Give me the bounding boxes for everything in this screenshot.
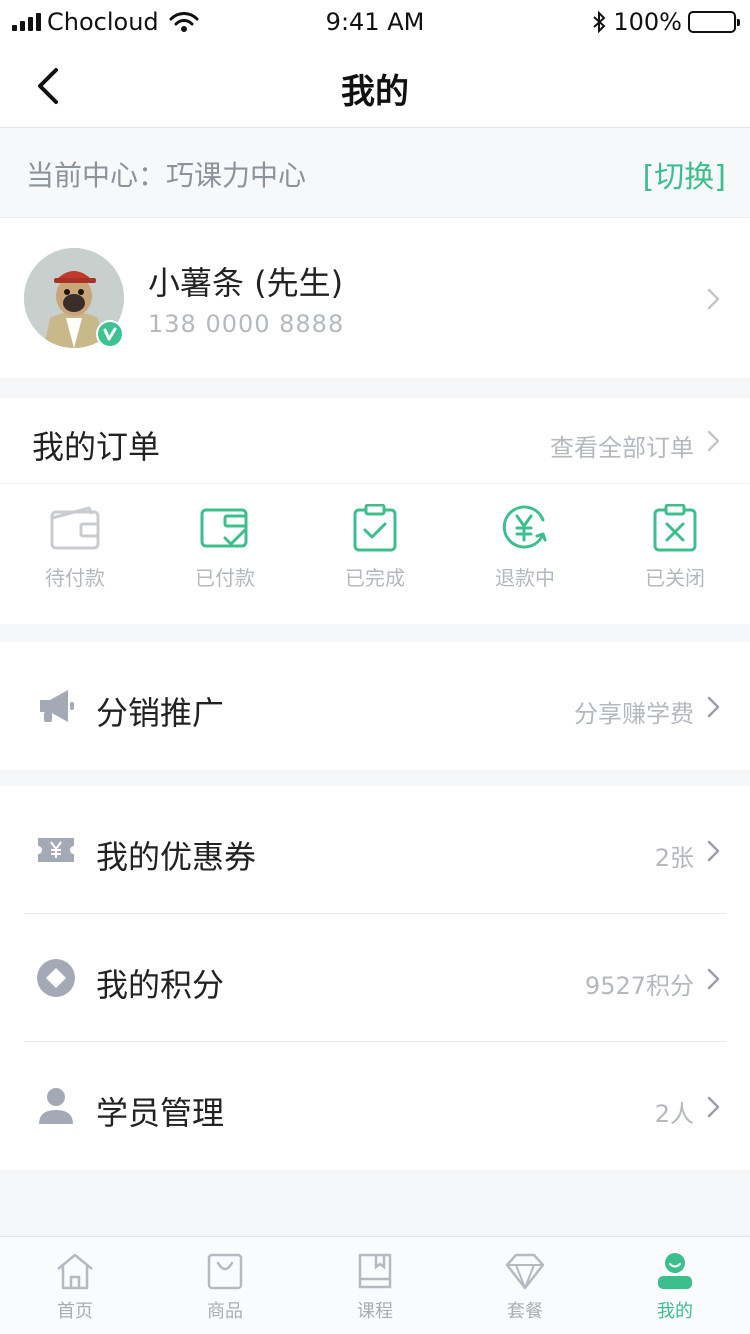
promotion-row[interactable]: 分销推广 分享赚学费 xyxy=(0,642,750,770)
coupons-value: 2张 xyxy=(654,844,694,872)
order-status-label: 已完成 xyxy=(345,566,405,590)
order-status-label: 待付款 xyxy=(45,566,105,590)
points-row[interactable]: 我的积分 9527积分 xyxy=(0,914,750,1042)
profile-icon xyxy=(658,1253,692,1289)
tab-home[interactable]: 首页 xyxy=(0,1237,150,1334)
orders-section: 我的订单 查看全部订单 待付款 已付款 已完成 退款中 已关闭 xyxy=(0,398,750,624)
tab-products[interactable]: 商品 xyxy=(150,1237,300,1334)
diamond-coin-icon xyxy=(37,959,75,997)
order-pending-payment[interactable]: 待付款 xyxy=(0,504,150,614)
page-title: 我的 xyxy=(341,72,409,112)
paid-wallet-icon xyxy=(200,508,248,548)
chevron-right-icon xyxy=(707,1096,720,1118)
order-refunding[interactable]: 退款中 xyxy=(450,504,600,614)
points-label: 我的积分 xyxy=(96,966,225,1004)
megaphone-icon xyxy=(40,690,74,722)
status-right: 100% xyxy=(591,8,740,36)
current-center-label: 当前中心：巧课力中心 xyxy=(26,159,307,192)
clipboard-x-icon xyxy=(653,504,697,552)
view-all-orders-link[interactable]: 查看全部订单 xyxy=(550,428,694,463)
students-row[interactable]: 学员管理 2人 xyxy=(0,1042,750,1170)
wallet-icon xyxy=(50,506,100,550)
chevron-right-icon xyxy=(707,968,720,990)
order-completed[interactable]: 已完成 xyxy=(300,504,450,614)
verified-badge-icon xyxy=(96,320,124,348)
yen-refund-icon xyxy=(502,505,547,549)
tab-courses[interactable]: 课程 xyxy=(300,1237,450,1334)
order-closed[interactable]: 已关闭 xyxy=(600,504,750,614)
battery-icon xyxy=(688,11,740,33)
promotion-block: 分销推广 分享赚学费 xyxy=(0,642,750,770)
status-bar: Chocloud 9:41 AM 100% xyxy=(0,0,750,44)
tab-packages[interactable]: 套餐 xyxy=(450,1237,600,1334)
promotion-label: 分销推广 xyxy=(96,694,225,732)
tab-label: 首页 xyxy=(57,1301,93,1322)
home-icon xyxy=(57,1253,93,1290)
bluetooth-icon xyxy=(593,10,606,34)
ticket-icon xyxy=(38,838,74,862)
chevron-right-icon xyxy=(707,696,720,718)
students-value: 2人 xyxy=(654,1100,694,1128)
switch-center-button[interactable]: [切换] xyxy=(643,152,726,196)
user-name: 小薯条 (先生) xyxy=(148,264,344,302)
order-status-label: 已关闭 xyxy=(645,566,705,590)
nav-bar: 我的 xyxy=(0,44,750,128)
tab-label: 课程 xyxy=(357,1301,393,1322)
user-phone: 138 0000 8888 xyxy=(148,310,345,338)
chevron-right-icon xyxy=(707,840,720,862)
coupons-label: 我的优惠券 xyxy=(96,838,257,876)
user-icon xyxy=(39,1088,73,1124)
promotion-value: 分享赚学费 xyxy=(574,700,694,728)
chevron-right-icon xyxy=(707,288,720,310)
diamond-icon xyxy=(505,1253,545,1290)
order-status-label: 已付款 xyxy=(195,566,255,590)
orders-title: 我的订单 xyxy=(32,428,161,466)
battery-percent: 100% xyxy=(613,8,682,36)
tab-label: 商品 xyxy=(207,1301,243,1322)
tab-mine[interactable]: 我的 xyxy=(600,1237,750,1334)
points-value: 9527积分 xyxy=(584,972,694,1000)
screen: Chocloud 9:41 AM 100% 我的 当前中心：巧课力中心 [切换] xyxy=(0,0,750,1334)
tab-bar: 首页 商品 课程 套餐 我的 xyxy=(0,1236,750,1334)
shopping-bag-icon xyxy=(207,1253,243,1290)
order-paid[interactable]: 已付款 xyxy=(150,504,300,614)
coupons-row[interactable]: 我的优惠券 2张 xyxy=(0,786,750,914)
tab-label: 套餐 xyxy=(507,1301,543,1322)
current-center-row: 当前中心：巧课力中心 [切换] xyxy=(0,128,750,218)
students-label: 学员管理 xyxy=(96,1094,225,1132)
order-status-label: 退款中 xyxy=(495,566,555,590)
clipboard-check-icon xyxy=(353,504,397,552)
profile-card[interactable]: 小薯条 (先生) 138 0000 8888 xyxy=(0,218,750,378)
tab-label: 我的 xyxy=(657,1301,693,1322)
orders-header[interactable]: 我的订单 查看全部订单 xyxy=(0,398,750,484)
chevron-right-icon xyxy=(707,430,720,452)
book-icon xyxy=(358,1253,392,1289)
account-block: 我的优惠券 2张 我的积分 9527积分 学员管理 2人 xyxy=(0,786,750,1170)
